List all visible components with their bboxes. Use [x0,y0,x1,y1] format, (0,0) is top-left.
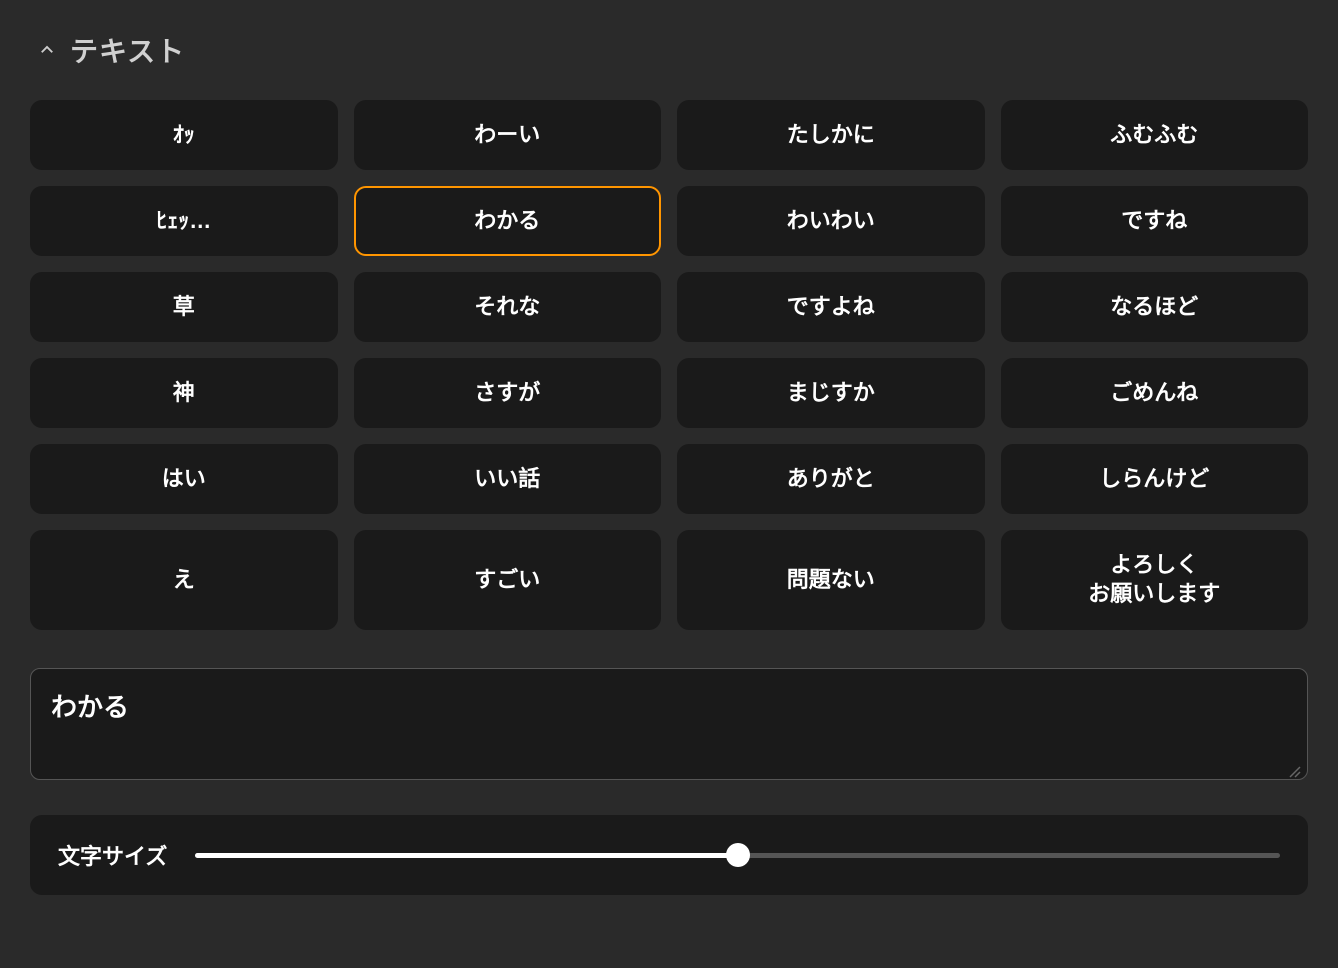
preset-button[interactable]: ありがと [677,444,985,514]
preset-button[interactable]: しらんけど [1001,444,1309,514]
preset-button[interactable]: ﾋｪｯ… [30,186,338,256]
preset-button[interactable]: はい [30,444,338,514]
preset-button[interactable]: わいわい [677,186,985,256]
preset-button[interactable]: わーい [354,100,662,170]
preset-button[interactable]: 問題ない [677,530,985,630]
preset-button[interactable]: ですよね [677,272,985,342]
preset-button[interactable]: それな [354,272,662,342]
text-input-area [30,668,1308,785]
preset-button[interactable]: わかる [354,186,662,256]
preset-button[interactable]: 草 [30,272,338,342]
preset-button[interactable]: え [30,530,338,630]
chevron-up-icon [38,41,56,59]
preset-button[interactable]: ですね [1001,186,1309,256]
preset-button[interactable]: 神 [30,358,338,428]
preset-grid: ｵｯわーいたしかにふむふむ ﾋｪｯ…わかるわいわいですね草それなですよねなるほど神… [30,100,1308,630]
preset-button[interactable]: まじすか [677,358,985,428]
text-input[interactable] [30,668,1308,780]
preset-button[interactable]: いい話 [354,444,662,514]
preset-button[interactable]: さすが [354,358,662,428]
preset-button[interactable]: ｵｯ [30,100,338,170]
slider-label: 文字サイズ [58,839,167,871]
preset-button[interactable]: ふむふむ [1001,100,1309,170]
font-size-slider[interactable] [195,843,1280,867]
preset-button[interactable]: たしかに [677,100,985,170]
section-title: テキスト [70,30,185,70]
preset-button[interactable]: ごめんね [1001,358,1309,428]
preset-button[interactable]: なるほど [1001,272,1309,342]
section-header[interactable]: テキスト [30,30,1308,70]
preset-button[interactable]: よろしく お願いします [1001,530,1309,630]
preset-button[interactable]: すごい [354,530,662,630]
font-size-row: 文字サイズ [30,815,1308,895]
